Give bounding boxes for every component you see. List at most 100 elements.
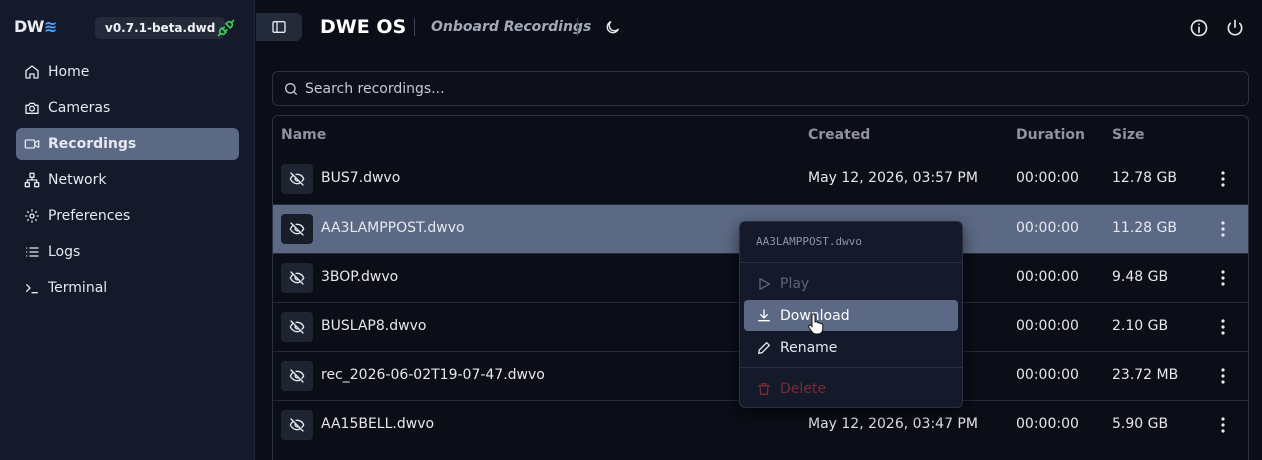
play-icon	[759, 277, 770, 290]
recording-name: AA3LAMPPOST.dwvo	[321, 220, 465, 236]
menu-item-download[interactable]: Download	[744, 300, 958, 331]
sidebar-item-label: Preferences	[48, 208, 131, 224]
list-icon	[26, 247, 39, 257]
sidebar-toggle-button[interactable]	[256, 13, 302, 41]
moon-icon[interactable]	[604, 19, 621, 36]
more-vertical-icon[interactable]	[1215, 269, 1231, 287]
more-vertical-icon[interactable]	[1215, 220, 1231, 238]
column-header-name[interactable]: Name	[281, 127, 326, 143]
recording-duration: 00:00:00	[1016, 220, 1079, 236]
column-header-created[interactable]: Created	[808, 127, 870, 143]
preview-toggle-button[interactable]	[281, 410, 313, 440]
recording-created: May 12, 2026, 03:57 PM	[808, 170, 978, 186]
eye-off-icon	[289, 271, 305, 285]
sidebar-item-label: Network	[48, 172, 107, 188]
pencil-icon	[758, 341, 770, 354]
eye-off-icon	[289, 172, 305, 186]
recording-duration: 00:00:00	[1016, 318, 1079, 334]
power-icon[interactable]	[1225, 18, 1245, 38]
recording-size: 2.10 GB	[1112, 318, 1169, 334]
trash-icon	[758, 382, 770, 395]
sidebar-item-label: Cameras	[48, 100, 111, 116]
home-icon	[25, 65, 39, 79]
info-icon[interactable]	[1189, 18, 1209, 38]
logo-wave-icon: ≋	[43, 17, 57, 36]
more-vertical-icon[interactable]	[1215, 318, 1231, 336]
recording-duration: 00:00:00	[1016, 367, 1079, 383]
column-header-size[interactable]: Size	[1112, 127, 1145, 143]
sidebar-item-cameras[interactable]: Cameras	[16, 92, 239, 124]
sidebar: DW≋ v0.7.1-beta.dwd Home Cameras Recordi…	[0, 0, 255, 460]
menu-item-label: Play	[780, 275, 810, 292]
sidebar-item-home[interactable]: Home	[16, 56, 239, 88]
header-divider	[577, 18, 578, 36]
preview-toggle-button[interactable]	[281, 312, 313, 342]
camera-icon	[25, 102, 39, 114]
context-menu-title: AA3LAMPPOST.dwvo	[756, 235, 862, 248]
sidebar-item-recordings[interactable]: Recordings	[16, 128, 239, 160]
sidebar-item-network[interactable]: Network	[16, 164, 239, 196]
menu-divider	[740, 367, 962, 368]
recording-size: 12.78 GB	[1112, 170, 1177, 186]
recording-name: AA15BELL.dwvo	[321, 416, 435, 432]
search-bar	[272, 71, 1249, 106]
recording-duration: 00:00:00	[1016, 170, 1079, 186]
hand-pointer-cursor	[808, 313, 824, 335]
preview-toggle-button[interactable]	[281, 361, 313, 391]
eye-off-icon	[289, 418, 305, 432]
eye-off-icon	[289, 320, 305, 334]
header-divider	[414, 18, 415, 36]
video-icon	[24, 139, 40, 149]
recording-size: 5.90 GB	[1112, 416, 1169, 432]
download-icon	[758, 308, 770, 321]
recording-duration: 00:00:00	[1016, 416, 1079, 432]
menu-item-delete[interactable]: Delete	[744, 373, 958, 404]
menu-item-label: Rename	[780, 339, 838, 356]
sidebar-item-terminal[interactable]: Terminal	[16, 272, 239, 304]
recording-size: 11.28 GB	[1112, 220, 1177, 236]
recording-name: 3BOP.dwvo	[321, 269, 399, 285]
terminal-icon	[26, 284, 38, 294]
gear-icon	[25, 209, 39, 223]
table-row[interactable]: BUS7.dwvo May 12, 2026, 03:57 PM 00:00:0…	[273, 155, 1248, 204]
menu-divider	[740, 262, 962, 263]
recording-name: BUSLAP8.dwvo	[321, 318, 427, 334]
recording-size: 23.72 MB	[1112, 367, 1179, 383]
recording-name: rec_2026-06-02T19-07-47.dwvo	[321, 367, 545, 383]
recording-created: May 12, 2026, 03:47 PM	[808, 416, 978, 432]
sidebar-item-preferences[interactable]: Preferences	[16, 200, 239, 232]
page-title: Onboard Recordings	[431, 19, 592, 35]
plug-connected-icon[interactable]	[216, 18, 236, 38]
more-vertical-icon[interactable]	[1215, 367, 1231, 385]
recording-size: 9.48 GB	[1112, 269, 1169, 285]
search-input[interactable]	[305, 80, 1205, 97]
sidebar-item-logs[interactable]: Logs	[16, 236, 239, 268]
sidebar-item-label: Terminal	[48, 280, 108, 296]
column-header-duration[interactable]: Duration	[1016, 127, 1085, 143]
eye-off-icon	[289, 369, 305, 383]
menu-item-label: Delete	[780, 380, 826, 397]
table-header: Name Created Duration Size	[273, 116, 1248, 155]
preview-toggle-button[interactable]	[281, 214, 313, 244]
menu-item-play[interactable]: Play	[744, 268, 958, 299]
more-vertical-icon[interactable]	[1215, 170, 1231, 188]
recording-context-menu: AA3LAMPPOST.dwvo Play Download Rename De…	[739, 221, 963, 408]
sidebar-item-label: Logs	[48, 244, 81, 260]
sidebar-nav: Home Cameras Recordings Network Preferen…	[16, 56, 239, 308]
app-title: DWE OS	[320, 16, 407, 38]
eye-off-icon	[289, 222, 305, 236]
sidebar-panel-icon	[272, 21, 286, 33]
recording-name: BUS7.dwvo	[321, 170, 401, 186]
logo[interactable]: DW≋	[14, 17, 57, 36]
logo-text: DW	[14, 17, 44, 36]
version-badge: v0.7.1-beta.dwd	[95, 17, 226, 39]
search-icon	[285, 82, 297, 95]
menu-item-rename[interactable]: Rename	[744, 332, 958, 363]
recording-duration: 00:00:00	[1016, 269, 1079, 285]
preview-toggle-button[interactable]	[281, 263, 313, 293]
preview-toggle-button[interactable]	[281, 164, 313, 194]
network-icon	[24, 172, 40, 188]
sidebar-item-label: Home	[48, 64, 90, 80]
more-vertical-icon[interactable]	[1215, 416, 1231, 434]
sidebar-item-label: Recordings	[48, 136, 137, 152]
